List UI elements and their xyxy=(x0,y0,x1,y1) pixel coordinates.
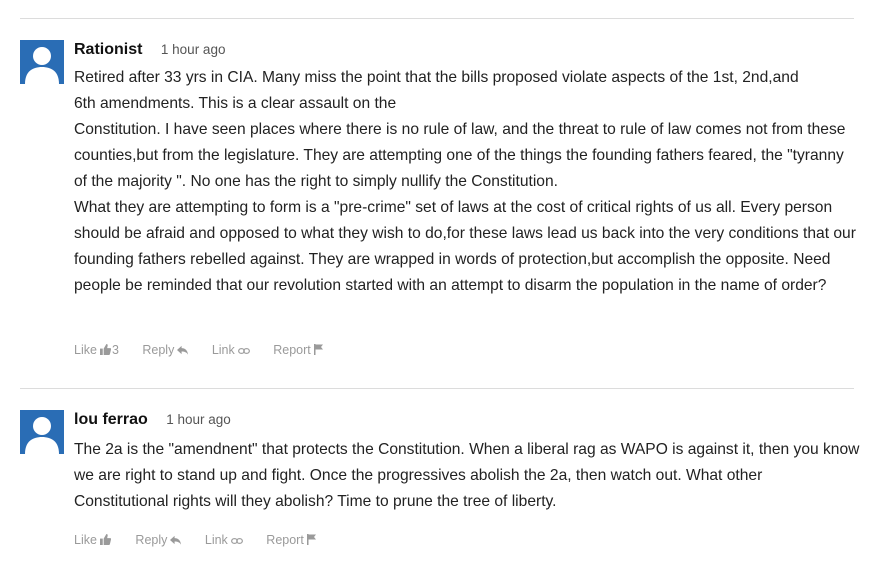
comment-meta: lou ferrao 1 hour ago xyxy=(74,410,231,430)
comment-meta: Rationist 1 hour ago xyxy=(74,40,225,60)
comment-author[interactable]: lou ferrao xyxy=(74,411,148,428)
avatar[interactable] xyxy=(20,40,64,84)
user-silhouette-icon xyxy=(20,410,64,454)
comment-timestamp: 1 hour ago xyxy=(166,412,231,427)
comment-paragraph: Constitution. I have seen places where t… xyxy=(74,121,846,190)
comment-body: Retired after 33 yrs in CIA. Many miss t… xyxy=(74,65,860,299)
link-button[interactable]: Link xyxy=(212,341,250,360)
comments-top-divider xyxy=(20,18,854,19)
chain-link-icon xyxy=(237,342,250,360)
like-label: Like xyxy=(74,533,97,547)
reply-button[interactable]: Reply xyxy=(142,341,189,360)
comment-item: lou ferrao 1 hour ago The 2a is the "ame… xyxy=(20,410,860,560)
comment-actions: Like 3 Reply Link Report xyxy=(74,341,343,359)
reply-arrow-icon xyxy=(177,342,189,360)
like-count: 3 xyxy=(111,343,119,357)
comment-paragraph: The 2a is the "amendnent" that protects … xyxy=(74,441,860,510)
comment-paragraph: What they are attempting to form is a "p… xyxy=(74,199,856,294)
comment-actions: Like Reply Link Report xyxy=(74,531,336,549)
report-button[interactable]: Report xyxy=(273,341,323,360)
like-button[interactable]: Like 3 xyxy=(74,341,119,360)
reply-label: Reply xyxy=(135,533,168,547)
like-button[interactable]: Like xyxy=(74,531,112,550)
thumbs-up-icon xyxy=(99,342,111,360)
reply-button[interactable]: Reply xyxy=(135,531,182,550)
report-label: Report xyxy=(266,533,304,547)
comment-timestamp: 1 hour ago xyxy=(160,42,226,57)
link-label: Link xyxy=(211,343,235,357)
report-button[interactable]: Report xyxy=(266,531,316,550)
comment-body: The 2a is the "amendnent" that protects … xyxy=(74,437,860,515)
comment-paragraph: Retired after 33 yrs in CIA. Many miss t… xyxy=(74,69,799,112)
flag-icon xyxy=(306,532,316,550)
flag-icon xyxy=(313,342,323,360)
comment-item: Rationist 1 hour ago Retired after 33 yr… xyxy=(20,40,860,365)
reply-arrow-icon xyxy=(170,532,182,550)
comment-author[interactable]: Rationist xyxy=(74,41,142,58)
link-button[interactable]: Link xyxy=(205,531,243,550)
chain-link-icon xyxy=(230,532,243,550)
report-label: Report xyxy=(273,343,311,357)
link-label: Link xyxy=(204,533,228,547)
comment-divider xyxy=(20,388,854,389)
avatar[interactable] xyxy=(20,410,64,454)
reply-label: Reply xyxy=(142,343,175,357)
thumbs-up-icon xyxy=(99,532,111,550)
like-label: Like xyxy=(74,343,97,357)
user-silhouette-icon xyxy=(20,40,64,84)
